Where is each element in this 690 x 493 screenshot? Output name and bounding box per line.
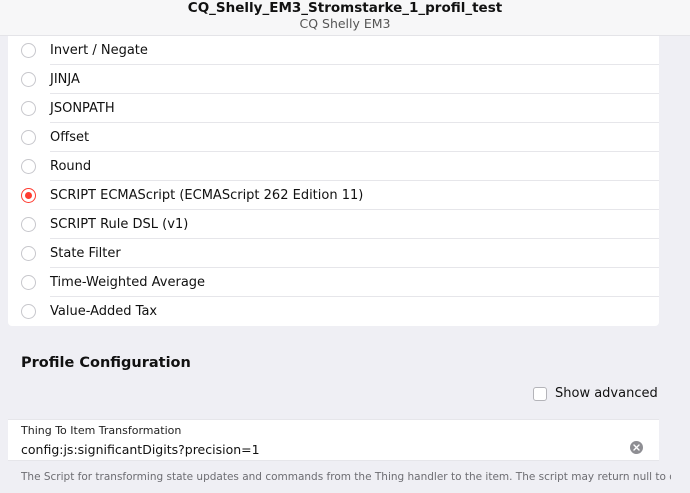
profile-type-list: Invert / Negate JINJA JSONPATH Offset Ro… [8,36,659,326]
radio-button[interactable] [21,130,36,145]
profile-option-label: SCRIPT ECMAScript (ECMAScript 262 Editio… [50,181,659,210]
profile-option-label: SCRIPT Rule DSL (v1) [50,210,659,239]
page-title: CQ_Shelly_EM3_Stromstarke_1_profil_test [187,0,503,16]
profile-option-label: Invert / Negate [50,36,659,65]
radio-button[interactable] [21,159,36,174]
profile-option-time-weighted-average[interactable]: Time-Weighted Average [8,268,659,297]
radio-button[interactable] [21,217,36,232]
profile-option-label: Offset [50,123,659,152]
clear-input-icon[interactable] [630,441,643,454]
section-title: Profile Configuration [21,355,191,371]
field-description: The Script for transforming state update… [21,471,671,483]
navbar: CQ_Shelly_EM3_Stromstarke_1_profil_test … [0,0,690,36]
profile-option-round[interactable]: Round [8,152,659,181]
profile-option-offset[interactable]: Offset [8,123,659,152]
profile-option-invert-negate[interactable]: Invert / Negate [8,36,659,65]
thing-to-item-transformation-field: Thing To Item Transformation [8,419,659,461]
page-subtitle: CQ Shelly EM3 [299,16,391,31]
field-label: Thing To Item Transformation [21,424,182,437]
profile-option-script-rule-dsl[interactable]: SCRIPT Rule DSL (v1) [8,210,659,239]
radio-button[interactable] [21,304,36,319]
profile-option-label: State Filter [50,239,659,268]
radio-button[interactable] [21,101,36,116]
profile-option-value-added-tax[interactable]: Value-Added Tax [8,297,659,326]
profile-option-label: Round [50,152,659,181]
transformation-input[interactable] [21,440,621,458]
profile-option-jinja[interactable]: JINJA [8,65,659,94]
profile-option-script-ecmascript[interactable]: SCRIPT ECMAScript (ECMAScript 262 Editio… [8,181,659,210]
radio-button[interactable] [21,72,36,87]
radio-button-selected[interactable] [21,188,36,203]
radio-button[interactable] [21,275,36,290]
profile-option-jsonpath[interactable]: JSONPATH [8,94,659,123]
show-advanced-toggle[interactable]: Show advanced [533,386,658,401]
show-advanced-label: Show advanced [555,386,658,401]
profile-option-label: Time-Weighted Average [50,268,659,297]
radio-button[interactable] [21,43,36,58]
profile-option-label: JSONPATH [50,94,659,123]
radio-button[interactable] [21,246,36,261]
profile-option-label: JINJA [50,65,659,94]
profile-option-state-filter[interactable]: State Filter [8,239,659,268]
profile-option-label: Value-Added Tax [50,304,158,319]
show-advanced-checkbox[interactable] [533,386,547,401]
